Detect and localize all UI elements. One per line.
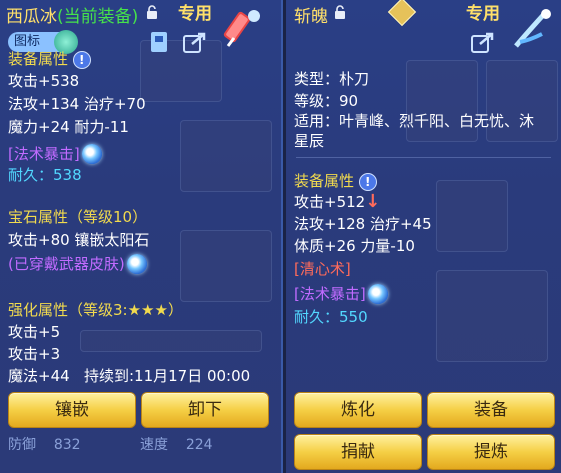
info-icon[interactable]: !	[358, 172, 377, 191]
share-icon[interactable]	[182, 30, 208, 54]
attr-line: 攻击+538	[8, 72, 80, 90]
refine-button[interactable]: 炼化	[294, 392, 422, 428]
skin-line: (已穿戴武器皮肤)	[8, 253, 147, 275]
item-name: 西瓜冰	[6, 7, 57, 27]
attack-value: 攻击+512	[294, 193, 366, 211]
equip-button[interactable]: 装备	[427, 392, 555, 428]
section-equip-label: 装备属性	[8, 50, 69, 68]
inlay-button[interactable]: 镶嵌	[8, 392, 136, 428]
label-toggle-text: 图标	[14, 34, 41, 49]
enhance-header: 强化属性（等级3:★★★）	[8, 301, 183, 319]
speed-label: 速度	[140, 437, 168, 453]
equipped-item-panel: 西瓜冰(当前装备) 专用 图标 装备属性 ! 攻击+538 法攻+134 治疗+…	[0, 0, 283, 473]
bottom-stat-defense: 防御 832	[8, 434, 81, 454]
skill-line: [清心术]	[294, 260, 351, 278]
lock-icon[interactable]	[334, 4, 346, 19]
compare-item-panel: 斩魄 专用 类型：朴刀 等级：90 适用：叶青峰、烈千阳、白无忧、沐 星辰 装备…	[286, 0, 561, 473]
skill-detail-icon[interactable]	[81, 143, 102, 164]
skill-name: [法术暴击]	[294, 285, 366, 303]
item-name: 斩魄	[294, 7, 328, 27]
bg-inventory-slot	[180, 230, 272, 302]
speed-value: 224	[185, 437, 213, 453]
bg-progress-bar	[80, 330, 262, 352]
donate-button[interactable]: 捐献	[294, 434, 422, 470]
section-equip-label: 装备属性	[294, 172, 355, 190]
item-level: 等级：90	[294, 92, 359, 110]
attr-line: 魔力+24 耐力-11	[8, 118, 129, 136]
duration-text: 持续到:11月17日 00:00	[83, 367, 251, 385]
bg-inventory-slot	[436, 270, 548, 362]
item-fits-cont: 星辰	[294, 132, 325, 150]
attack-line: 攻击+512↓	[294, 191, 380, 212]
skin-detail-icon[interactable]	[126, 253, 147, 274]
appraise-icon[interactable]	[387, 0, 417, 27]
bottom-stat-speed: 速度 224	[140, 434, 213, 454]
magic-duration-line: 魔法+44 持续到:11月17日 00:00	[8, 365, 250, 386]
skin-text: (已穿戴武器皮肤)	[8, 255, 125, 273]
weapon-icon	[216, 6, 266, 56]
divider	[296, 157, 551, 158]
exclusive-tag: 专用	[178, 4, 212, 24]
share-icon[interactable]	[470, 30, 496, 54]
section-equip-attrs: 装备属性 !	[294, 170, 377, 191]
unequip-button[interactable]: 卸下	[141, 392, 269, 428]
item-fits: 适用：叶青峰、烈千阳、白无忧、沐	[294, 112, 535, 130]
info-icon[interactable]: !	[72, 50, 91, 69]
item-type: 类型：朴刀	[294, 70, 370, 88]
enhance-line: 攻击+5	[8, 323, 61, 341]
gem-header: 宝石属性（等级10）	[8, 208, 148, 226]
attr-line: 法攻+128 治疗+45	[294, 215, 432, 233]
skill-name: [法术暴击]	[8, 145, 80, 163]
skill-line: [法术暴击]	[294, 283, 388, 305]
attr-line: 体质+26 力量-10	[294, 237, 415, 255]
section-equip-attrs: 装备属性 !	[8, 48, 91, 69]
skill-line: [法术暴击]	[8, 143, 102, 165]
enhance-line: 攻击+3	[8, 345, 61, 363]
item-title: 西瓜冰(当前装备)	[6, 2, 138, 27]
skill-detail-icon[interactable]	[367, 283, 388, 304]
attr-line: 法攻+134 治疗+70	[8, 95, 146, 113]
durability: 耐久：538	[8, 166, 82, 184]
arrow-down-icon: ↓	[365, 191, 381, 212]
extract-button[interactable]: 提炼	[427, 434, 555, 470]
save-icon[interactable]	[146, 30, 172, 54]
defense-value: 832	[53, 437, 81, 453]
weapon-icon	[506, 4, 556, 52]
defense-label: 防御	[8, 437, 36, 453]
bg-inventory-slot	[436, 180, 508, 252]
magic-value: 魔法+44	[8, 367, 70, 385]
durability: 耐久：550	[294, 308, 368, 326]
gem-line: 攻击+80 镶嵌太阳石	[8, 231, 150, 249]
bg-inventory-slot	[180, 120, 272, 192]
equipped-status: (当前装备)	[57, 7, 139, 27]
exclusive-tag: 专用	[466, 4, 500, 24]
lock-icon[interactable]	[146, 4, 158, 19]
